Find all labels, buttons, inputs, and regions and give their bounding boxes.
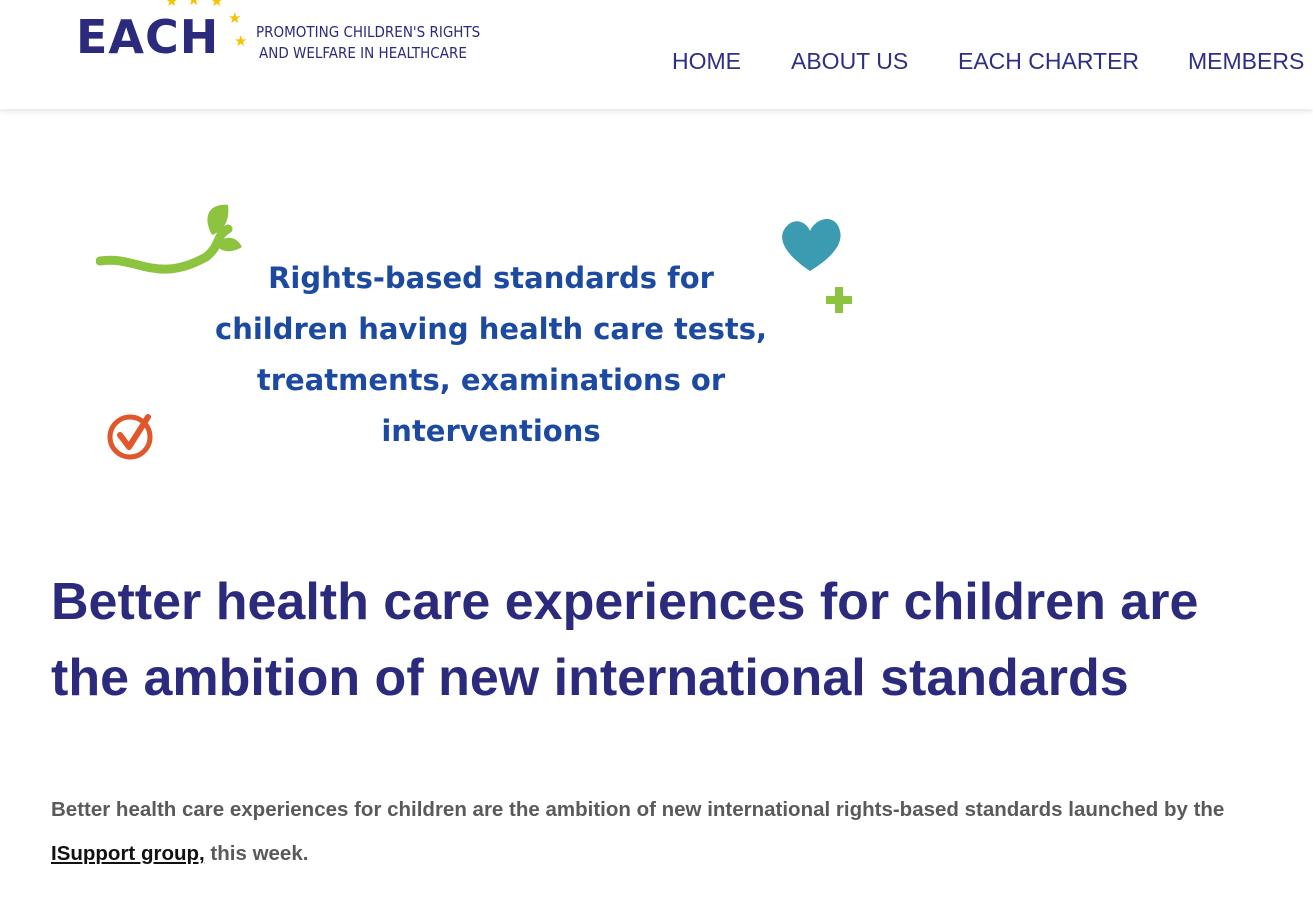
hero-line-4: interventions — [381, 414, 601, 448]
nav-members[interactable]: MEMBERS — [1188, 48, 1304, 74]
logo-tagline-line2: AND WELFARE IN HEALTHCARE — [259, 44, 467, 62]
site-header: ★ ★ ★ ★ ★ EACH PROMOTING CHILDREN'S RIGH… — [0, 0, 1313, 109]
logo-star-icon: ★ — [228, 10, 242, 27]
nav-about-us[interactable]: ABOUT US — [791, 48, 908, 74]
hero-line-1: Rights-based standards for — [268, 261, 714, 295]
hero-line-3: treatments, examinations or — [256, 363, 726, 397]
logo-tagline: PROMOTING CHILDREN'S RIGHTS AND WELFARE … — [256, 22, 486, 64]
article-headline: Better health care experiences for child… — [51, 573, 1199, 707]
logo-wordmark: EACH — [76, 10, 220, 64]
logo-star-icon: ★ — [187, 0, 201, 9]
logo-star-icon: ★ — [234, 33, 248, 50]
each-logo[interactable]: ★ ★ ★ ★ ★ EACH PROMOTING CHILDREN'S RIGH… — [76, 0, 486, 72]
lead-text-end: this week. — [204, 842, 309, 865]
isupport-group-link[interactable]: ISupport group, — [51, 842, 205, 865]
hero-line-2: children having health care tests, — [215, 312, 767, 346]
lead-text: Better health care experiences for child… — [51, 798, 1225, 821]
logo-tagline-line1: PROMOTING CHILDREN'S RIGHTS — [256, 23, 481, 41]
logo-star-icon: ★ — [165, 0, 179, 10]
hero-caption: Rights-based standards for children havi… — [96, 253, 886, 457]
nav-home[interactable]: HOME — [672, 48, 741, 74]
logo-star-icon: ★ — [210, 0, 224, 10]
article-lead: Better health care experiences for child… — [51, 788, 1291, 876]
nav-each-charter[interactable]: EACH CHARTER — [958, 48, 1139, 74]
